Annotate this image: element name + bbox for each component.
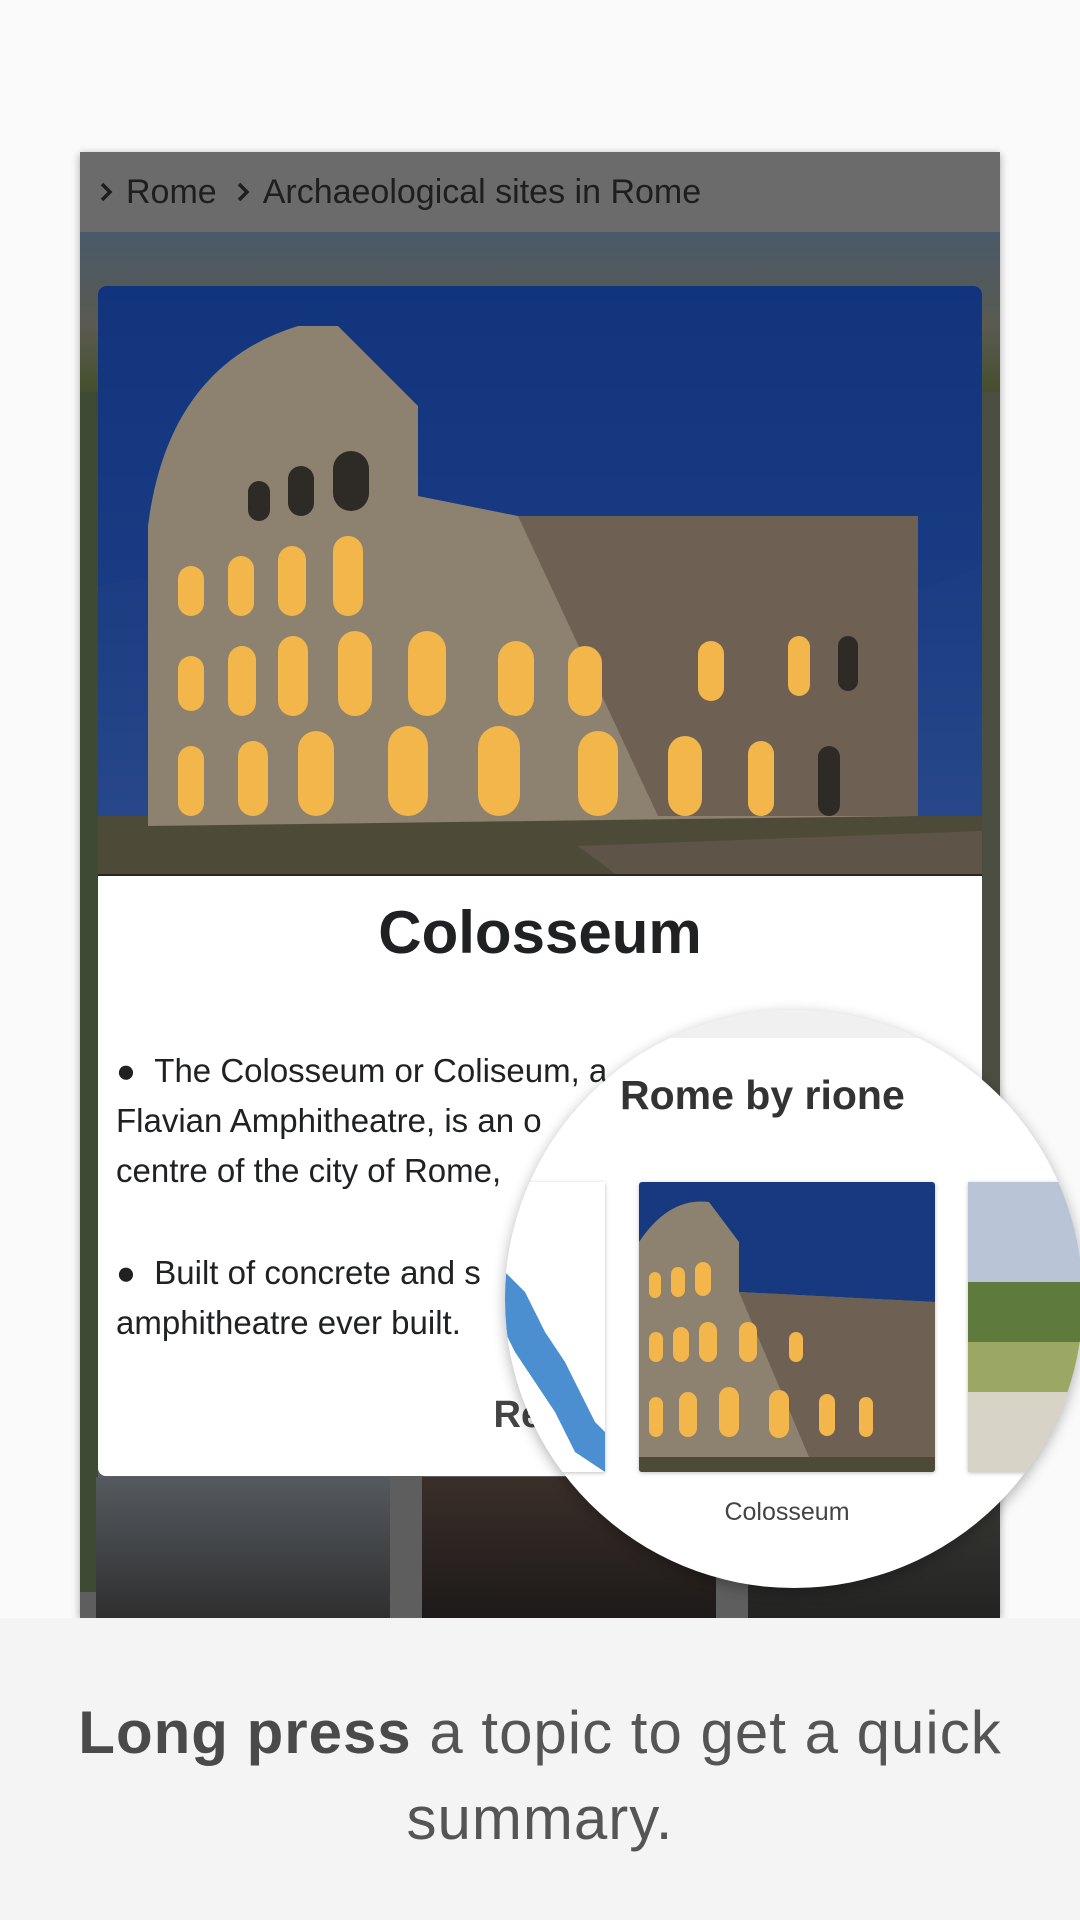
- section-title: Rome by rione: [620, 1072, 905, 1118]
- chevron-right-icon: [237, 182, 250, 202]
- bullet-line: Flavian Amphitheatre, is an o: [116, 1102, 542, 1139]
- bullet-line: amphitheatre ever built.: [116, 1304, 461, 1341]
- breadcrumb-item-rome[interactable]: Rome: [94, 173, 217, 212]
- instruction-bold: Long press: [78, 1699, 412, 1766]
- topic-card-colosseum[interactable]: [639, 1182, 935, 1472]
- colosseum-thumbnail: [639, 1182, 935, 1472]
- topic-card-partial[interactable]: [968, 1182, 1080, 1472]
- map-thumbnail: [505, 1182, 605, 1472]
- topic-card-partial[interactable]: [505, 1182, 605, 1472]
- bullet-line: The Colosseum or Coliseum, a: [154, 1052, 608, 1089]
- onboarding-footer: Long press a topic to get a quick summar…: [0, 1618, 1080, 1920]
- breadcrumb-item-archaeological-sites[interactable]: Archaeological sites in Rome: [231, 173, 701, 212]
- bullet-dot: ●: [116, 1254, 155, 1291]
- landscape-thumbnail: [968, 1182, 1080, 1472]
- colosseum-photo: [98, 286, 982, 876]
- breadcrumb: Rome Archaeological sites in Rome: [80, 152, 1000, 232]
- topic-card-caption: Colosseum: [724, 1498, 850, 1526]
- breadcrumb-label: Rome: [126, 172, 217, 211]
- instruction-text: Long press a topic to get a quick summar…: [40, 1690, 1040, 1862]
- background-topic-image: [80, 392, 98, 1592]
- chevron-right-icon: [100, 182, 113, 202]
- magnifier-header-strip: [505, 1010, 1080, 1038]
- breadcrumb-label: Archaeological sites in Rome: [262, 172, 702, 211]
- card-title: Colosseum: [378, 899, 702, 966]
- bullet-dot: ●: [116, 1052, 155, 1089]
- magnifier-lens: Rome by rione Colosseum: [505, 1010, 1080, 1588]
- background-topic-thumbnail[interactable]: [96, 1477, 390, 1618]
- bullet-line: Built of concrete and s: [154, 1254, 481, 1291]
- instruction-rest: a topic to get a quick summary.: [406, 1699, 1002, 1852]
- bullet-line: centre of the city of Rome,: [116, 1152, 502, 1189]
